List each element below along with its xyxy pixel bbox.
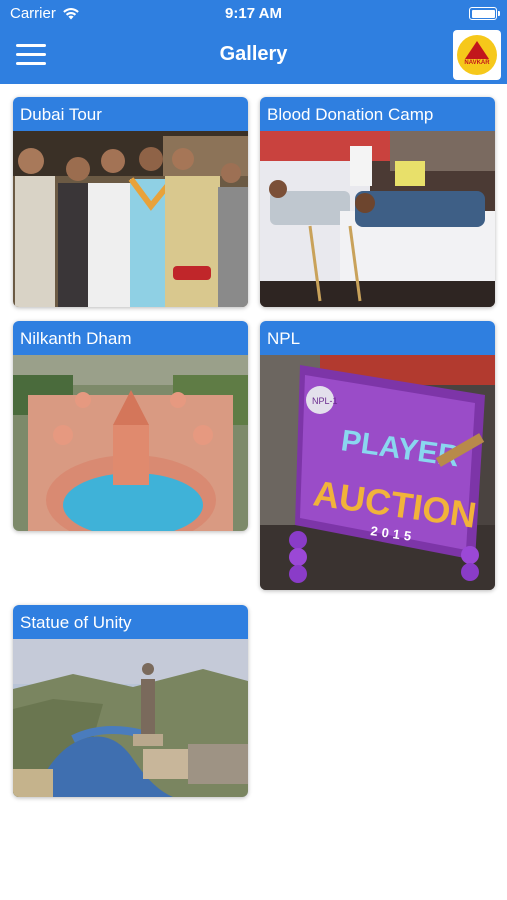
gallery-item-title: NPL xyxy=(260,321,495,355)
gallery-item-title: Dubai Tour xyxy=(13,97,248,131)
gallery-item-title: Nilkanth Dham xyxy=(13,321,248,355)
status-bar: Carrier 9:17 AM xyxy=(0,0,507,28)
battery-icon xyxy=(469,7,500,20)
status-time: 9:17 AM xyxy=(225,5,282,22)
npl-badge: NPL-1 xyxy=(312,396,338,406)
gallery-thumbnail: NPL-1 PLAYER AUCTION 2015 xyxy=(260,355,495,590)
gallery-thumbnail xyxy=(13,639,248,797)
gallery-thumbnail xyxy=(13,355,248,531)
gallery-item-blood-donation-camp[interactable]: Blood Donation Camp xyxy=(260,97,495,307)
gallery-item-npl[interactable]: NPL NPL-1 PLAYER AUCTION 2015 xyxy=(260,321,495,590)
gallery-item-nilkanth-dham[interactable]: Nilkanth Dham xyxy=(13,321,248,531)
gallery-item-statue-of-unity[interactable]: Statue of Unity xyxy=(13,605,248,797)
gallery-thumbnail xyxy=(260,131,495,307)
gallery-item-dubai-tour[interactable]: Dubai Tour xyxy=(13,97,248,307)
gallery-item-title: Statue of Unity xyxy=(13,605,248,639)
gallery-thumbnail xyxy=(13,131,248,307)
app-logo[interactable]: NAVKAR xyxy=(453,30,501,80)
nav-bar: Gallery NAVKAR xyxy=(0,28,507,84)
logo-text: NAVKAR xyxy=(464,60,490,66)
app-header: Carrier 9:17 AM Gallery NAVKAR xyxy=(0,0,507,84)
gallery-item-title: Blood Donation Camp xyxy=(260,97,495,131)
page-title: Gallery xyxy=(219,43,288,65)
